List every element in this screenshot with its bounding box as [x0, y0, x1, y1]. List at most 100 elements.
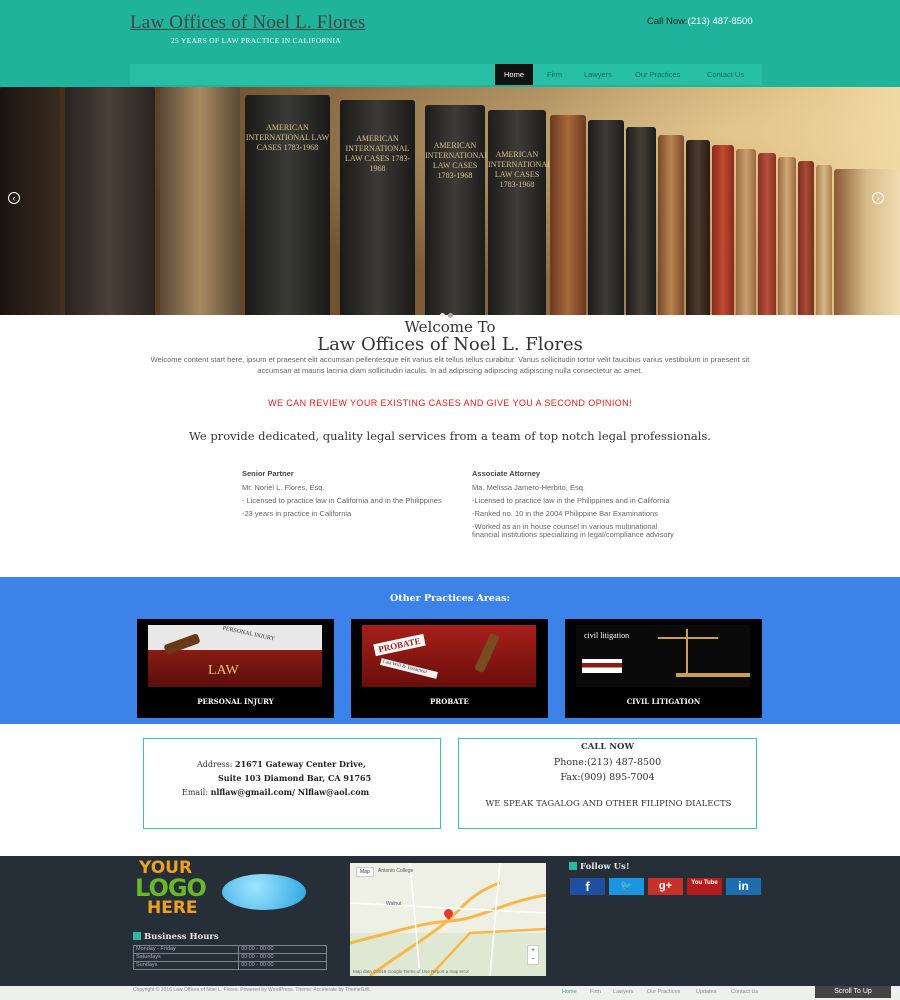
call-box-phone[interactable]: Phone:(213) 487-8500: [459, 757, 756, 768]
logo-text-bottom: HERE: [147, 898, 198, 918]
address-suite: Suite 103 Diamond Bar, CA 91765: [218, 773, 372, 783]
business-hours-title: Business Hours: [133, 932, 219, 942]
hours-day: Saturdays: [132, 953, 240, 962]
image-caption: PROBATE: [373, 633, 426, 657]
calendar-icon: [133, 932, 141, 940]
book-spine: [658, 135, 684, 315]
book-spine: [736, 149, 756, 315]
map-type-button[interactable]: Map: [356, 867, 374, 877]
nav-home[interactable]: Home: [495, 64, 534, 85]
attorney-associate: Associate Attorney Ma. Melissa Jamero-He…: [472, 469, 677, 544]
personal-injury-image: PERSONAL INJURY LAW: [148, 625, 322, 687]
map-city-label: Walnut: [386, 901, 402, 907]
location-map[interactable]: Map Antonio College Walnut + − Map data ©…: [350, 863, 546, 976]
slider-prev-button[interactable]: ‹: [8, 192, 20, 204]
footer-nav-contact-us[interactable]: Contact Us: [731, 989, 758, 995]
book-spine: [160, 87, 240, 315]
header-call-now: Call Now:(213) 487-8500: [647, 16, 753, 27]
call-box-fax: Fax:(909) 895-7004: [560, 772, 655, 783]
attorney-name: Mr. Noriel L. Flores, Esq.: [242, 482, 325, 492]
practice-label: PROBATE: [430, 697, 469, 706]
book-spine: AMERICAN INTERNATIONAL LAW CASES 1783-19…: [488, 110, 552, 315]
business-hours-label: Business Hours: [144, 932, 219, 942]
hours-time: 00:00 - 00:00: [238, 953, 327, 962]
table-row: Sundays 00:00 - 00:00: [132, 961, 327, 970]
practice-label: PERSONAL INJURY: [197, 697, 274, 706]
attorney-point: -Worked as an in house counsel in variou…: [472, 521, 674, 539]
address-street: 21671 Gateway Center Drive,: [235, 759, 366, 769]
gavel-icon: [474, 632, 500, 674]
book-spine: [686, 140, 710, 315]
attorney-role: Associate Attorney: [472, 469, 541, 478]
gavel-icon: [163, 633, 201, 655]
site-header: Law Offices of Noel L. Flores 25 YEARS O…: [0, 0, 900, 87]
practice-card-civil-litigation[interactable]: civil litigation CIVIL LITIGATION: [565, 619, 762, 718]
footer-nav-updates[interactable]: Updates: [696, 989, 717, 995]
business-hours-table: Monday - Friday 00:00 - 00:00 Saturdays 00…: [132, 945, 327, 970]
site-tagline: 25 YEARS OF LAW PRACTICE IN CALIFORNIA: [171, 36, 341, 45]
footer-nav-home[interactable]: Home: [562, 989, 577, 995]
practices-title: Other Practices Areas:: [390, 593, 510, 604]
bottom-bar: Copyright © 2016 Law Offices of Noel L. …: [0, 986, 900, 1000]
welcome-text: Welcome content start here, ipsum et pra…: [150, 355, 750, 375]
scales-beam: [658, 637, 718, 639]
follow-us-title: Follow Us!: [569, 862, 630, 872]
practice-card-personal-injury[interactable]: PERSONAL INJURY LAW PERSONAL INJURY: [137, 619, 334, 718]
youtube-icon[interactable]: You Tube: [687, 878, 722, 895]
site-footer: YOUR LOGO HERE Map Antonio College Walnu…: [0, 856, 900, 986]
book-spine: [626, 127, 656, 315]
address-label: Address:: [197, 760, 233, 769]
hours-time: 00:00 - 00:00: [238, 961, 327, 970]
book-title: AMERICAN INTERNATIONAL LAW CASES 1783-19…: [245, 123, 330, 152]
footer-nav-firm[interactable]: Firm: [590, 989, 601, 995]
call-box: CALL NOW Phone:(213) 487-8500 Fax:(909) …: [458, 738, 757, 829]
site-title[interactable]: Law Offices of Noel L. Flores: [130, 12, 366, 34]
book-title: AMERICAN INTERNATIONAL LAW CASES 1783-19…: [345, 134, 410, 173]
linkedin-icon[interactable]: in: [726, 878, 761, 895]
book-spine: [816, 165, 832, 315]
book-spine: [65, 87, 155, 315]
footer-nav-our-practices[interactable]: Our Practices: [647, 989, 680, 995]
probate-image: PROBATE Last Will & Testament: [362, 625, 536, 687]
nav-contact-us[interactable]: Contact Us: [698, 64, 753, 85]
book-title: AMERICAN INTERNATIONAL LAW CASES 1783-19…: [425, 141, 489, 180]
attorney-point: -Licensed to practice law in the Philipp…: [472, 495, 670, 505]
book-spine: [758, 153, 776, 315]
book-spine: [588, 120, 624, 315]
follow-us-label: Follow Us!: [580, 862, 630, 872]
call-now-number[interactable]: (213) 487-8500: [688, 16, 753, 27]
book-spine: [778, 157, 796, 315]
map-attribution: Map data ©2016 Google Terms of Use Repor…: [353, 969, 470, 974]
call-box-title: CALL NOW: [581, 742, 634, 752]
footer-nav-lawyers[interactable]: Lawyers: [613, 989, 633, 995]
services-statement: We provide dedicated, quality legal serv…: [189, 429, 711, 443]
table-row: Monday - Friday 00:00 - 00:00: [132, 945, 327, 954]
nav-lawyers[interactable]: Lawyers: [575, 64, 621, 85]
twitter-icon[interactable]: 🐦: [609, 878, 644, 895]
attorney-point: - Licensed to practice law in California…: [242, 495, 442, 505]
image-caption: LAW: [208, 663, 239, 678]
attorney-role: Senior Partner: [242, 469, 294, 478]
hours-day: Sundays: [132, 961, 240, 970]
hours-time: 00:00 - 00:00: [238, 945, 327, 954]
nav-our-practices[interactable]: Our Practices: [626, 64, 689, 85]
email-address[interactable]: nlflaw@gmail.com/ Nlflaw@aol.com: [211, 787, 369, 797]
book-spine: AMERICAN INTERNATIONAL LAW CASES 1783-19…: [245, 95, 330, 315]
second-opinion-banner: WE CAN REVIEW YOUR EXISTING CASES AND GI…: [268, 398, 632, 408]
email-line: Email: nlflaw@gmail.com/ Nlflaw@aol.com: [182, 787, 369, 797]
practice-card-probate[interactable]: PROBATE Last Will & Testament PROBATE: [351, 619, 548, 718]
email-label: Email:: [182, 788, 209, 797]
slider-next-button[interactable]: ›: [872, 192, 884, 204]
book-title: AMERICAN INTERNATIONAL LAW CASES 1783-19…: [488, 150, 552, 189]
facebook-icon[interactable]: f: [570, 878, 605, 895]
hours-day: Monday - Friday: [132, 945, 240, 954]
map-zoom-control[interactable]: + −: [527, 945, 539, 965]
nav-firm[interactable]: Firm: [538, 64, 571, 85]
book-spine: [712, 145, 734, 315]
image-caption: PERSONAL INJURY: [221, 625, 276, 643]
practice-label: CIVIL LITIGATION: [626, 697, 701, 706]
table-row: Saturdays 00:00 - 00:00: [132, 953, 327, 962]
google-plus-icon[interactable]: g+: [648, 878, 683, 895]
scales-base: [676, 673, 750, 677]
scroll-to-top-button[interactable]: Scroll To Up: [815, 986, 891, 998]
